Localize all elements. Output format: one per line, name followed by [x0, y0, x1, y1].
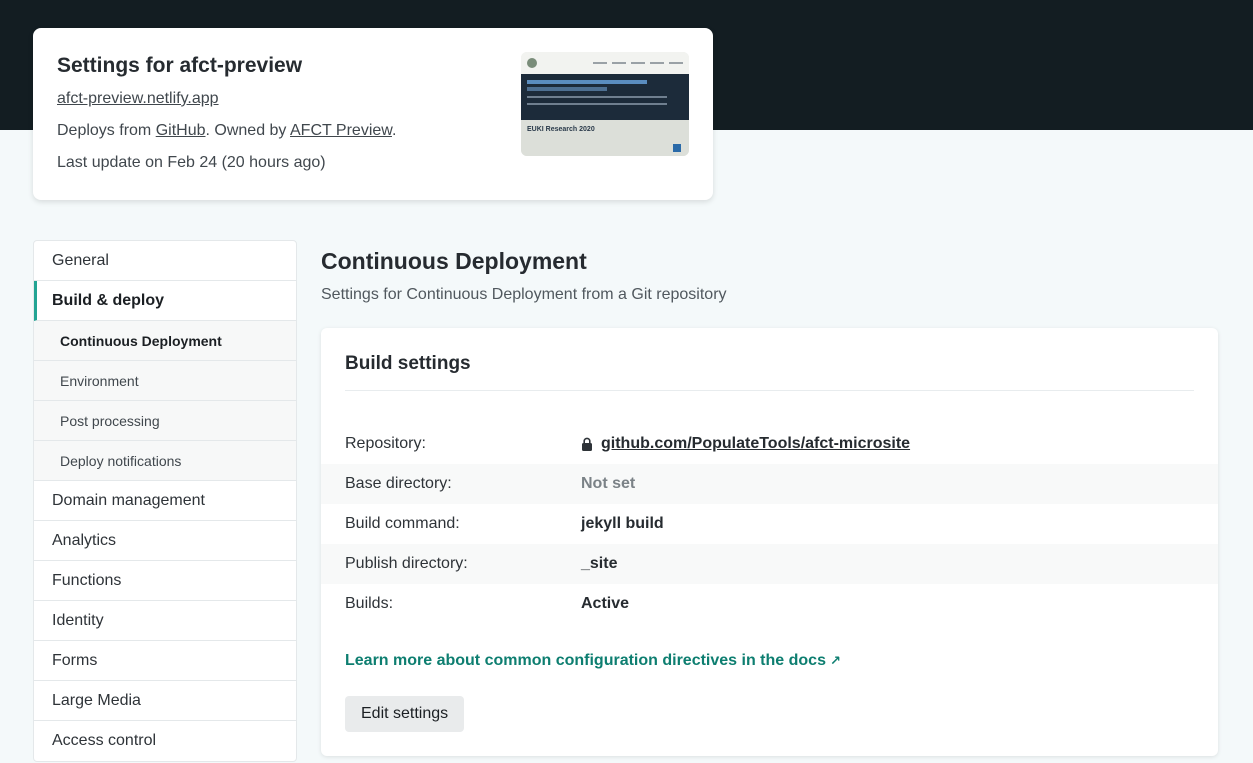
setting-row-build-command: Build command: jekyll build	[321, 504, 1218, 544]
setting-row-builds: Builds: Active	[321, 584, 1218, 624]
setting-row-publish-directory: Publish directory: _site	[321, 544, 1218, 584]
panel-title: Build settings	[345, 328, 1194, 391]
settings-sidebar: General Build & deploy Continuous Deploy…	[33, 240, 297, 762]
sidebar-item-access-control[interactable]: Access control	[34, 721, 296, 761]
owner-link[interactable]: AFCT Preview	[290, 122, 392, 139]
setting-value: _site	[581, 555, 618, 572]
flag-icon	[673, 144, 681, 152]
sidebar-subitem-environment[interactable]: Environment	[34, 361, 296, 401]
setting-value: jekyll build	[581, 515, 664, 532]
setting-row-repository: Repository: github.com/PopulateTools/afc…	[321, 424, 1218, 464]
github-link[interactable]: GitHub	[156, 122, 206, 139]
sidebar-item-build-deploy[interactable]: Build & deploy	[34, 281, 296, 321]
thumbnail-hero	[521, 74, 689, 120]
lock-icon	[582, 437, 592, 451]
setting-label: Repository:	[345, 435, 426, 452]
sidebar-subitem-deploy-notifications[interactable]: Deploy notifications	[34, 441, 296, 481]
sidebar-item-forms[interactable]: Forms	[34, 641, 296, 681]
setting-row-base-directory: Base directory: Not set	[321, 464, 1218, 504]
edit-settings-button[interactable]: Edit settings	[345, 696, 465, 732]
sidebar-item-large-media[interactable]: Large Media	[34, 681, 296, 721]
repository-link[interactable]: github.com/PopulateTools/afct-microsite	[601, 435, 910, 453]
page-subtitle: Settings for Continuous Deployment from …	[321, 286, 727, 303]
setting-value: github.com/PopulateTools/afct-microsite	[581, 435, 910, 453]
sidebar-item-domain-management[interactable]: Domain management	[34, 481, 296, 521]
build-settings-panel: Build settings Repository: github.com/Po…	[321, 328, 1218, 756]
sidebar-item-general[interactable]: General	[34, 241, 296, 281]
setting-label: Build command:	[345, 515, 460, 532]
setting-value: Active	[581, 595, 630, 612]
last-update-text: Last update on Feb 24 (20 hours ago)	[57, 154, 326, 171]
page-title: Continuous Deployment	[321, 248, 587, 274]
sidebar-item-analytics[interactable]: Analytics	[34, 521, 296, 561]
sidebar-subitem-post-processing[interactable]: Post processing	[34, 401, 296, 441]
setting-label: Publish directory:	[345, 555, 468, 572]
thumbnail-header	[521, 52, 689, 74]
site-screenshot-thumbnail[interactable]: EUKI Research 2020	[521, 52, 689, 156]
sidebar-item-functions[interactable]: Functions	[34, 561, 296, 601]
docs-link[interactable]: Learn more about common configuration di…	[345, 652, 841, 670]
thumbnail-logo-icon	[527, 58, 537, 68]
setting-value: Not set	[581, 475, 636, 492]
docs-link-text: Learn more about common configuration di…	[345, 652, 826, 669]
setting-label: Base directory:	[345, 475, 452, 492]
owned-prefix: . Owned by	[205, 122, 290, 139]
thumbnail-report-title: EUKI Research 2020	[527, 126, 595, 133]
site-summary-card: Settings for afct-preview afct-preview.n…	[33, 28, 713, 200]
external-link-arrow-icon: ↗	[829, 653, 841, 668]
site-url-link[interactable]: afct-preview.netlify.app	[57, 89, 219, 109]
settings-list: Repository: github.com/PopulateTools/afc…	[321, 424, 1218, 624]
setting-label: Builds:	[345, 595, 394, 612]
sidebar-item-identity[interactable]: Identity	[34, 601, 296, 641]
thumbnail-footer: EUKI Research 2020	[521, 120, 689, 156]
owned-suffix: .	[391, 122, 397, 139]
deploys-prefix: Deploys from	[57, 122, 156, 139]
sidebar-subitem-continuous-deployment[interactable]: Continuous Deployment	[34, 321, 296, 361]
main-content: Continuous Deployment Settings for Conti…	[321, 246, 1218, 756]
